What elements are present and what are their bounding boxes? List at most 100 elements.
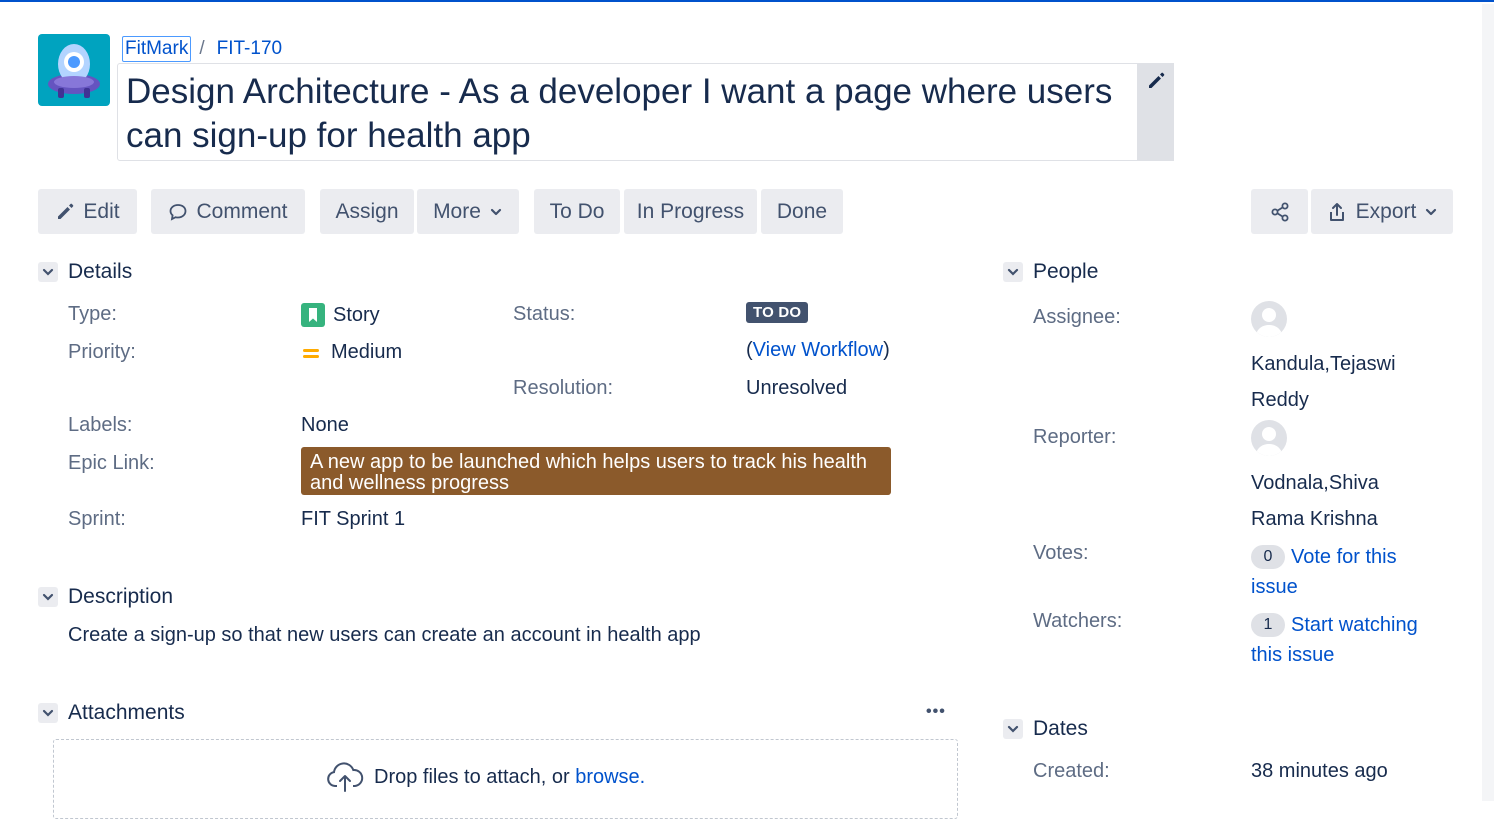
chevron-down-icon: [1426, 208, 1437, 215]
priority-label: Priority:: [68, 341, 136, 363]
watchers-label: Watchers:: [1033, 610, 1123, 632]
assignee-avatar[interactable]: [1251, 301, 1287, 337]
dropzone-content: Drop files to attach, or browse.: [326, 761, 645, 793]
votes-value: 0 Vote for this issue: [1251, 542, 1397, 602]
comment-button[interactable]: Comment: [151, 189, 305, 234]
epic-link-lozenge[interactable]: A new app to be launched which helps use…: [301, 447, 891, 495]
people-section-header[interactable]: People: [1003, 260, 1098, 284]
view-workflow-link[interactable]: View Workflow: [753, 339, 883, 361]
attachments-section-header[interactable]: Attachments: [38, 701, 185, 725]
story-icon: [301, 303, 325, 327]
priority-value-text: Medium: [331, 341, 403, 363]
description-text[interactable]: Create a sign-up so that new users can c…: [68, 624, 701, 647]
share-icon: [1271, 202, 1288, 221]
view-workflow: (View Workflow): [746, 339, 890, 362]
created-label: Created:: [1033, 760, 1110, 782]
dates-heading: Dates: [1033, 717, 1088, 740]
transition-todo-label: To Do: [549, 199, 605, 223]
export-icon: [1329, 202, 1344, 221]
assignee-name-line1: Kandula,Tejaswi: [1251, 353, 1396, 375]
sprint-label: Sprint:: [68, 508, 126, 530]
comment-button-label: Comment: [196, 199, 288, 223]
attachments-heading: Attachments: [68, 701, 185, 724]
description-heading: Description: [68, 585, 174, 608]
type-value: Story: [301, 303, 380, 327]
chevron-down-icon[interactable]: [38, 703, 58, 723]
type-value-text: Story: [333, 303, 380, 326]
transition-done-button[interactable]: Done: [761, 189, 843, 234]
page-scrollbar[interactable]: [1482, 4, 1494, 801]
watchers-value: 1 Start watching this issue: [1251, 610, 1418, 670]
breadcrumb-separator: /: [199, 38, 205, 59]
description-section-header[interactable]: Description: [38, 585, 173, 609]
breadcrumb: FitMark / FIT-170: [122, 36, 282, 62]
reporter-name-line1: Vodnala,Shiva: [1251, 472, 1379, 494]
comment-icon: [170, 203, 187, 221]
details-section-header[interactable]: Details: [38, 260, 132, 284]
vote-link-line2[interactable]: issue: [1251, 572, 1397, 602]
epic-link-label: Epic Link:: [68, 452, 155, 474]
summary-edit-button[interactable]: [1137, 63, 1174, 161]
project-avatar-icon: [48, 44, 100, 98]
status-badge-text: TO DO: [746, 302, 809, 323]
sprint-value[interactable]: FIT Sprint 1: [301, 508, 405, 531]
chevron-down-icon[interactable]: [1003, 719, 1023, 739]
details-heading: Details: [68, 260, 133, 283]
reporter-name[interactable]: Vodnala,Shiva Rama Krishna: [1251, 465, 1379, 537]
status-badge[interactable]: TO DO: [746, 302, 809, 323]
assignee-name-line2: Reddy: [1251, 389, 1309, 411]
resolution-value: Unresolved: [746, 377, 848, 399]
watch-link-line1[interactable]: Start watching: [1291, 614, 1418, 636]
transition-in-progress-button[interactable]: In Progress: [624, 189, 757, 234]
breadcrumb-project-link[interactable]: FitMark: [122, 36, 192, 62]
labels-label: Labels:: [68, 414, 133, 436]
pencil-icon: [58, 203, 74, 219]
labels-value: None: [301, 414, 349, 436]
resolution-label: Resolution:: [513, 377, 614, 399]
watchers-count: 1: [1251, 613, 1285, 637]
user-avatar-icon: [1255, 427, 1283, 456]
status-label: Status:: [513, 303, 576, 325]
export-button[interactable]: Export: [1311, 189, 1453, 234]
assignee-name[interactable]: Kandula,Tejaswi Reddy: [1251, 346, 1396, 418]
created-value: 38 minutes ago: [1251, 760, 1388, 782]
vote-link-line1[interactable]: Vote for this: [1291, 546, 1397, 568]
type-label: Type:: [68, 303, 117, 325]
assign-button[interactable]: Assign: [320, 189, 414, 234]
priority-medium-icon: [303, 348, 319, 358]
priority-value: Medium: [301, 341, 402, 364]
share-button[interactable]: [1251, 189, 1308, 234]
export-button-label: Export: [1355, 199, 1417, 223]
chevron-down-icon[interactable]: [38, 262, 58, 282]
browse-link[interactable]: browse.: [575, 766, 645, 788]
issue-summary[interactable]: Design Architecture - As a developer I w…: [126, 70, 1126, 158]
people-heading: People: [1033, 260, 1099, 283]
transition-in-progress-label: In Progress: [636, 199, 745, 223]
reporter-avatar[interactable]: [1251, 420, 1287, 456]
attachments-more-button[interactable]: •••: [926, 703, 946, 721]
workflow-paren-open: (: [746, 339, 753, 361]
breadcrumb-issue-key-link[interactable]: FIT-170: [217, 38, 282, 60]
dates-section-header[interactable]: Dates: [1003, 717, 1088, 741]
edit-button-label: Edit: [83, 199, 120, 223]
pencil-icon: [1148, 72, 1164, 88]
chevron-down-icon[interactable]: [38, 587, 58, 607]
cloud-upload-icon: [327, 762, 364, 792]
votes-count: 0: [1251, 545, 1285, 569]
votes-label: Votes:: [1033, 542, 1089, 564]
reporter-label: Reporter:: [1033, 426, 1117, 448]
reporter-name-line2: Rama Krishna: [1251, 508, 1378, 530]
dropzone-text: Drop files to attach, or: [374, 765, 576, 788]
transition-done-label: Done: [776, 199, 828, 223]
edit-button[interactable]: Edit: [38, 189, 137, 234]
more-button-label: More: [433, 199, 481, 223]
more-button[interactable]: More: [417, 189, 519, 234]
chevron-down-icon[interactable]: [1003, 262, 1023, 282]
user-avatar-icon: [1255, 308, 1283, 337]
assignee-label: Assignee:: [1033, 306, 1121, 328]
transition-todo-button[interactable]: To Do: [534, 189, 620, 234]
workflow-paren-close: ): [883, 339, 890, 361]
assign-button-label: Assign: [335, 199, 399, 223]
project-avatar[interactable]: [38, 34, 110, 106]
watch-link-line2[interactable]: this issue: [1251, 640, 1418, 670]
